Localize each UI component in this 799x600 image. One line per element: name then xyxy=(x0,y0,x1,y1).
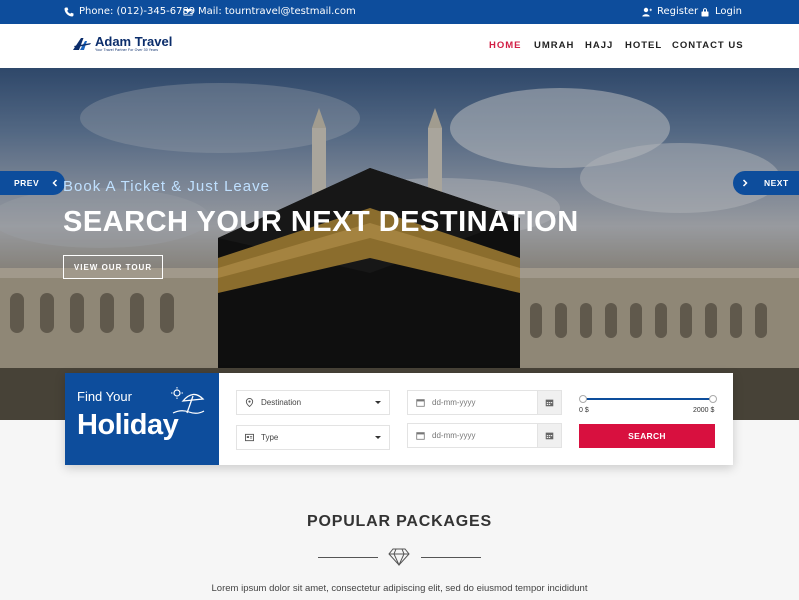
chevron-right-icon xyxy=(742,179,748,187)
hero-title: SEARCH YOUR NEXT DESTINATION xyxy=(63,206,579,238)
section-description: Lorem ipsum dolor sit amet, consectetur … xyxy=(211,583,588,594)
divider-right xyxy=(421,557,481,558)
type-card-icon xyxy=(245,433,254,442)
depart-date-input[interactable]: dd-mm-yyyy xyxy=(407,390,562,415)
search-button[interactable]: SEARCH xyxy=(579,424,715,448)
price-max-label: 2000 $ xyxy=(693,407,715,414)
phone-text: Phone: (012)-345-6789 xyxy=(79,6,196,17)
mail-text: Mail: tourntravel@testmail.com xyxy=(198,6,356,17)
user-plus-icon xyxy=(642,7,652,16)
price-min-label: 0 $ xyxy=(579,407,589,414)
price-range-slider[interactable] xyxy=(579,395,717,403)
calendar-outline-icon xyxy=(416,399,425,407)
beach-umbrella-icon xyxy=(171,387,205,414)
main-navbar: Adam Travel Your Travel Partner For Over… xyxy=(0,24,799,68)
type-label: Type xyxy=(261,433,279,442)
chevron-left-icon xyxy=(52,179,58,187)
hero-slider: PREV NEXT xyxy=(0,68,799,420)
phone-info[interactable]: Phone: (012)-345-6789 xyxy=(64,6,195,17)
nav-home[interactable]: HOME xyxy=(489,40,522,51)
register-label: Register xyxy=(657,6,699,17)
chevron-down-icon xyxy=(375,436,381,439)
price-min-handle[interactable] xyxy=(579,395,587,403)
lock-icon xyxy=(701,7,709,16)
next-label: NEXT xyxy=(764,178,789,188)
prev-button[interactable]: PREV xyxy=(0,171,65,195)
hero-overlay xyxy=(0,68,799,420)
return-date-input[interactable]: dd-mm-yyyy xyxy=(407,423,562,448)
next-button[interactable]: NEXT xyxy=(733,171,799,195)
mail-icon xyxy=(183,8,193,15)
map-pin-icon xyxy=(245,398,254,407)
calendar-outline-icon xyxy=(416,432,425,440)
depart-date-placeholder: dd-mm-yyyy xyxy=(432,398,476,407)
holiday-label: Holiday xyxy=(77,409,179,441)
holiday-banner: Find Your Holiday xyxy=(65,373,219,465)
return-date-placeholder: dd-mm-yyyy xyxy=(432,431,476,440)
price-max-handle[interactable] xyxy=(709,395,717,403)
hero-subtitle: Book A Ticket & Just Leave xyxy=(63,178,270,195)
view-tour-button[interactable]: VIEW OUR TOUR xyxy=(63,255,163,279)
nav-contact-us[interactable]: CONTACT US xyxy=(672,40,744,51)
type-select[interactable]: Type xyxy=(236,425,390,450)
find-your-label: Find Your xyxy=(77,389,132,404)
nav-hajj[interactable]: HAJJ xyxy=(585,40,613,51)
login-link[interactable]: Login xyxy=(700,6,742,17)
phone-icon xyxy=(64,7,74,16)
diamond-icon xyxy=(388,548,410,566)
prev-label: PREV xyxy=(14,178,40,188)
mail-info[interactable]: Mail: tourntravel@testmail.com xyxy=(183,6,356,17)
logo-name: Adam Travel xyxy=(95,34,173,49)
calendar-icon[interactable] xyxy=(537,391,561,414)
top-bar: Phone: (012)-345-6789 Mail: tourntravel@… xyxy=(0,0,799,24)
login-label: Login xyxy=(715,6,742,17)
destination-select[interactable]: Destination xyxy=(236,390,390,415)
destination-label: Destination xyxy=(261,398,302,407)
divider-left xyxy=(318,557,378,558)
plane-logo-icon xyxy=(73,38,91,50)
site-logo[interactable]: Adam Travel Your Travel Partner For Over… xyxy=(72,34,173,52)
nav-hotel[interactable]: HOTEL xyxy=(625,40,662,51)
section-title: POPULAR PACKAGES xyxy=(307,513,492,530)
search-panel: Find Your Holiday Destination Type dd-mm… xyxy=(65,373,733,465)
calendar-icon[interactable] xyxy=(537,424,561,447)
register-link[interactable]: Register xyxy=(642,6,698,17)
nav-umrah[interactable]: UMRAH xyxy=(534,40,574,51)
chevron-down-icon xyxy=(375,401,381,404)
